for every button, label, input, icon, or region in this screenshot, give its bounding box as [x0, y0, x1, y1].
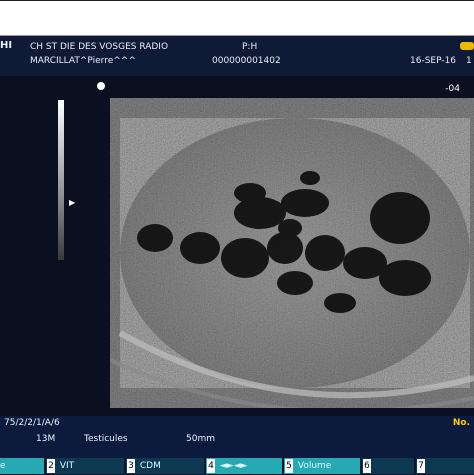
softkey-4[interactable]: 4 ◄►◄► [206, 458, 282, 474]
softkey-5-number: 5 [285, 459, 293, 473]
softkey-6-number: 6 [363, 459, 371, 473]
softkey-4-number: 4 [207, 459, 215, 473]
logo-fragment: HI [0, 40, 13, 51]
softkey-row: e 2 VIT 3 CDM 4 ◄►◄► 5 Volume 6 7 [0, 458, 474, 475]
figure-top-margin [0, 1, 474, 36]
ultrasound-image [110, 98, 474, 408]
patient-name: MARCILLAT^Pierre^^^ [30, 56, 136, 66]
softkey-2-number: 2 [47, 459, 55, 473]
softkey-3-number: 3 [127, 459, 135, 473]
ultrasound-screen: HI CH ST DIE DES VOSGES RADIO MARCILLAT^… [0, 36, 474, 475]
frame-number-label: No. [452, 418, 470, 428]
figure-frame: HI CH ST DIE DES VOSGES RADIO MARCILLAT^… [0, 0, 474, 475]
swap-arrows-icon: ◄►◄► [219, 461, 248, 471]
exam-time-fragment: 1 [466, 56, 472, 66]
depth-marker: -04 [445, 84, 460, 94]
softkey-7-number: 7 [417, 459, 425, 473]
preset-readout: 13M [36, 434, 56, 444]
softkey-3-label: CDM [139, 461, 161, 471]
institution-name: CH ST DIE DES VOSGES RADIO [30, 42, 169, 52]
softkey-1[interactable]: e [0, 458, 44, 474]
softkey-6[interactable]: 6 [362, 458, 414, 474]
orientation-dot [97, 82, 105, 90]
exam-date: 16-SEP-16 [410, 56, 457, 66]
ph-label: P:H [242, 42, 258, 52]
softkey-5[interactable]: 5 Volume [284, 458, 360, 474]
grayscale-bar [58, 100, 64, 260]
header-bar: HI CH ST DIE DES VOSGES RADIO MARCILLAT^… [0, 36, 474, 76]
focus-marker-icon: ▶ [69, 198, 76, 207]
softkey-5-label: Volume [297, 461, 332, 471]
softkey-2-label: VIT [59, 461, 75, 471]
softkey-3[interactable]: 3 CDM [126, 458, 204, 474]
depth-readout: 50mm [186, 434, 215, 444]
softkey-1-label: e [0, 461, 6, 471]
settings-readout: 75/2/2/1/A/6 [4, 418, 60, 428]
softkey-7[interactable]: 7 [416, 458, 474, 474]
softkey-2[interactable]: 2 VIT [46, 458, 124, 474]
organ-readout: Testicules [84, 434, 128, 444]
status-bar: 75/2/2/1/A/6 13M Testicules 50mm No. e 2… [0, 416, 474, 475]
patient-id: 000000001402 [212, 56, 281, 66]
ultrasound-image-svg [110, 98, 474, 408]
logo-icon [460, 42, 474, 50]
